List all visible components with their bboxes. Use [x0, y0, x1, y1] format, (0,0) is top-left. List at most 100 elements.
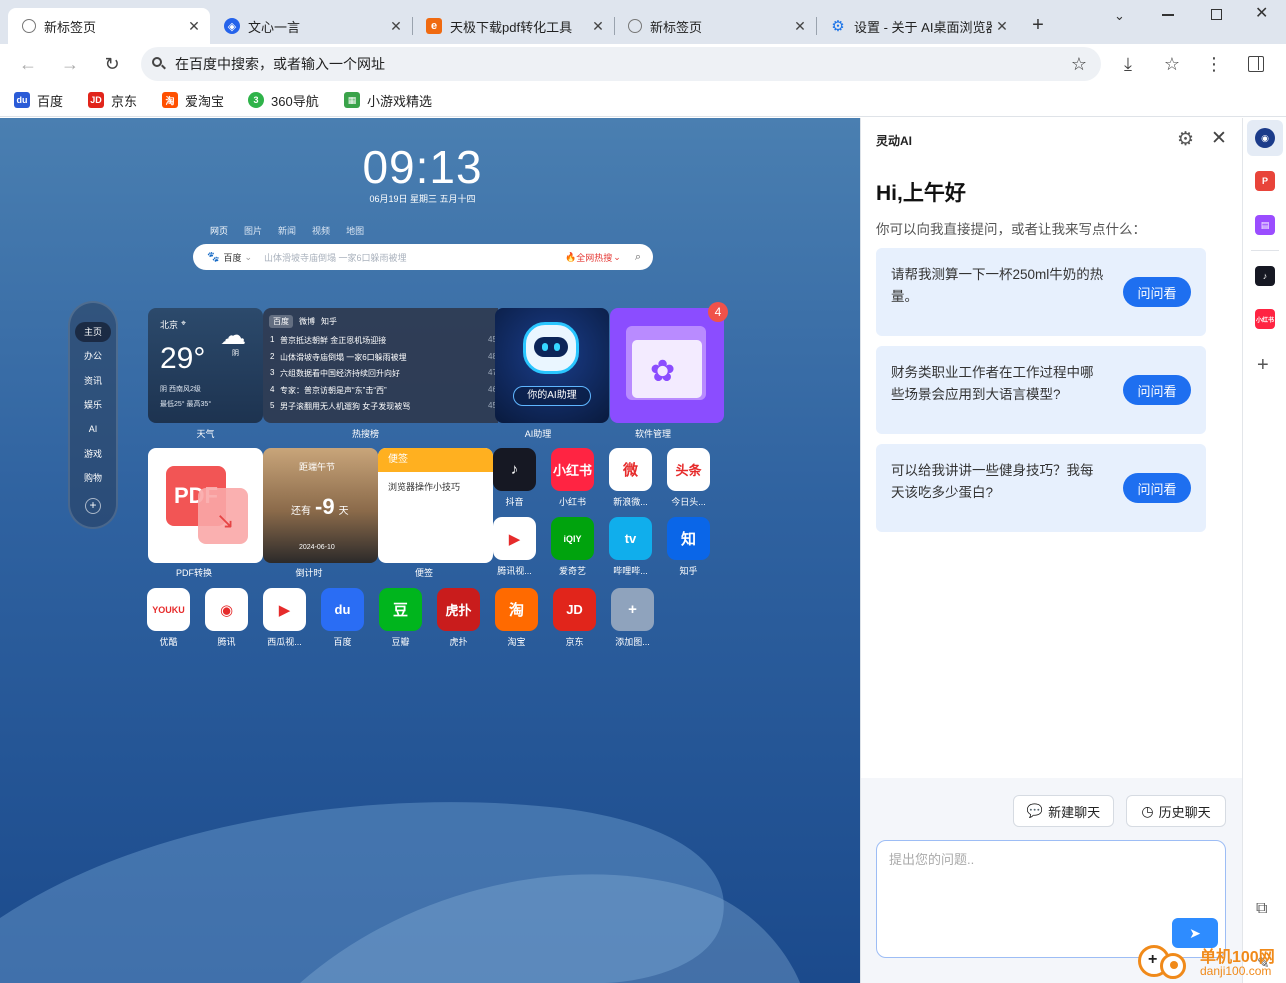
- close-window-icon[interactable]: ✕: [1255, 3, 1268, 23]
- add-category-icon[interactable]: +: [85, 498, 101, 514]
- tab-settings[interactable]: ⚙ 设置 - 关于 AI桌面浏览器 ✕: [816, 8, 1018, 44]
- search-icon[interactable]: ⌕: [635, 251, 641, 264]
- ask-button[interactable]: 问问看: [1123, 375, 1191, 405]
- hot-tab[interactable]: 知乎: [321, 315, 337, 328]
- app-label: 爱奇艺: [558, 566, 586, 576]
- new-tab-plus-icon[interactable]: +: [1026, 14, 1050, 38]
- close-tab-icon[interactable]: ✕: [184, 18, 204, 35]
- nav-shopping[interactable]: 购物: [75, 468, 111, 488]
- app-grid-icon[interactable]: ▤: [1255, 215, 1275, 235]
- hot-tab[interactable]: 微博: [299, 315, 315, 328]
- menu-dots-icon[interactable]: ⋮: [1198, 48, 1230, 80]
- app-shortcut[interactable]: YOUKU 优酷: [147, 588, 190, 648]
- pdf-convert-widget[interactable]: PDF ↘: [148, 448, 263, 563]
- app-shortcut[interactable]: 微新浪微...: [609, 448, 652, 508]
- software-manager-widget[interactable]: ✿: [610, 308, 724, 423]
- close-tab-icon[interactable]: ✕: [992, 18, 1012, 35]
- hot-item[interactable]: 4专家：普京访朝是声“东”击“西”46: [270, 385, 496, 402]
- tab-search-chevron-icon[interactable]: ⌄: [1114, 8, 1125, 24]
- app-shortcut[interactable]: 头条 今日头...: [667, 448, 710, 508]
- reload-icon[interactable]: ↻: [96, 48, 128, 80]
- search-tab[interactable]: 网页: [210, 224, 228, 237]
- tab-new-tab-1[interactable]: 新标签页 ✕: [8, 8, 210, 44]
- nav-entertainment[interactable]: 娱乐: [75, 395, 111, 415]
- search-tab[interactable]: 图片: [244, 224, 262, 237]
- app-shortcut[interactable]: ▶ 西瓜视...: [263, 588, 306, 648]
- app-shortcut[interactable]: JD 京东: [553, 588, 596, 648]
- new-chat-button[interactable]: 💬 新建聊天: [1013, 795, 1114, 827]
- bookmark-baidu[interactable]: du 百度: [14, 90, 63, 110]
- nav-news[interactable]: 资讯: [75, 371, 111, 391]
- suggestion-card-3[interactable]: 可以给我讲讲一些健身技巧？我每天该吃多少蛋白? 问问看: [876, 444, 1206, 532]
- back-arrow-icon[interactable]: ←: [12, 48, 44, 80]
- search-tab[interactable]: 新闻: [278, 224, 296, 237]
- bookmark-taobao[interactable]: 淘 爱淘宝: [162, 90, 224, 110]
- crop-icon[interactable]: ⧉: [1256, 900, 1267, 918]
- hot-item[interactable]: 3六组数据看中国经济持续回升向好47: [270, 368, 496, 385]
- ask-button[interactable]: 问问看: [1123, 277, 1191, 307]
- close-tab-icon[interactable]: ✕: [386, 18, 406, 35]
- app-shortcut[interactable]: ♪ 抖音: [493, 448, 536, 508]
- pdf-tool-icon[interactable]: P: [1255, 171, 1275, 191]
- search-tab[interactable]: 视频: [312, 224, 330, 237]
- tab-wenxin[interactable]: ◈ 文心一言 ✕: [210, 8, 412, 44]
- suggestion-card-1[interactable]: 请帮我测算一下一杯250ml牛奶的热量。 问问看: [876, 248, 1206, 336]
- sidebar-toggle-icon[interactable]: [1240, 48, 1272, 80]
- bookmark-360[interactable]: 3 360导航: [248, 90, 319, 110]
- hot-search-widget[interactable]: 百度 微博 知乎 1 普京抵达朝鲜 金正恩机场迎接 4 5 2 山体滑坡寺庙倒塌 一家6…: [263, 308, 498, 423]
- app-shortcut[interactable]: du 百度: [321, 588, 364, 648]
- nav-games[interactable]: 游戏: [75, 444, 111, 464]
- app-shortcut[interactable]: 知知乎: [667, 517, 710, 577]
- favorites-list-icon[interactable]: ☆: [1156, 48, 1188, 80]
- ai-assistant-widget[interactable]: 你的AI助理: [495, 308, 609, 423]
- hot-search-badge[interactable]: 🔥 全网热搜 ⌄: [565, 251, 621, 264]
- ask-button[interactable]: 问问看: [1123, 473, 1191, 503]
- bookmark-label: 京东: [111, 93, 138, 109]
- add-plus-icon[interactable]: +: [1257, 354, 1269, 377]
- minimize-icon[interactable]: [1162, 14, 1174, 16]
- hot-rank: 1: [270, 335, 275, 344]
- weather-widget[interactable]: 北京 ⌖ ☁ 阴 29° 阴 西南风2级 最低25° 最高35°: [148, 308, 263, 423]
- close-tab-icon[interactable]: ✕: [588, 18, 608, 35]
- app-shortcut[interactable]: ◉ 腾讯: [205, 588, 248, 648]
- app-shortcut[interactable]: 小红书 小红书: [551, 448, 594, 508]
- xiaohongshu-icon[interactable]: 小红书: [1255, 309, 1275, 329]
- forward-arrow-icon[interactable]: →: [54, 48, 86, 80]
- history-chat-button[interactable]: ◷ 历史聊天: [1126, 795, 1226, 827]
- gear-icon[interactable]: ⚙: [1177, 128, 1194, 151]
- ai-robot-icon[interactable]: ◉: [1255, 128, 1275, 148]
- hot-tab[interactable]: 百度: [269, 315, 293, 328]
- app-shortcut[interactable]: 豆豆瓣: [379, 588, 422, 648]
- bookmark-jd[interactable]: JD 京东: [88, 90, 137, 110]
- app-shortcut[interactable]: + 添加图...: [611, 588, 654, 648]
- nav-ai[interactable]: AI: [75, 419, 111, 439]
- close-tab-icon[interactable]: ✕: [790, 18, 810, 35]
- download-icon[interactable]: ⤓: [1112, 48, 1144, 80]
- suggestion-card-2[interactable]: 财务类职业工作者在工作过程中哪些场景会应用到大语言模型? 问问看: [876, 346, 1206, 434]
- tab-new-tab-2[interactable]: 新标签页 ✕: [614, 8, 816, 44]
- bookmark-games[interactable]: ▦ 小游戏精选: [344, 90, 432, 110]
- hot-item[interactable]: 5男子滚翻用无人机遛狗 女子发现被骂45: [270, 401, 496, 418]
- app-shortcut[interactable]: 淘淘宝: [495, 588, 538, 648]
- app-shortcut[interactable]: ▶ 腾讯视...: [493, 517, 536, 577]
- hot-item[interactable]: 1普京抵达朝鲜 金正恩机场迎接45: [270, 335, 496, 352]
- page-search-box[interactable]: 🐾 百度 ⌄ 山体滑坡寺庙倒塌 一家6口躲雨被埋 🔥 全网热搜 ⌄ ⌕: [193, 244, 653, 270]
- bookmark-star-icon[interactable]: ☆: [1071, 54, 1087, 75]
- search-engine-label[interactable]: 百度: [223, 251, 241, 264]
- maximize-icon[interactable]: [1211, 9, 1222, 20]
- app-shortcut[interactable]: iQIY 爱奇艺: [551, 517, 594, 577]
- notes-widget[interactable]: 便签 浏览器操作小技巧: [378, 448, 493, 563]
- close-panel-icon[interactable]: ✕: [1211, 127, 1227, 150]
- nav-home[interactable]: 主页: [75, 322, 111, 342]
- hot-item[interactable]: 2山体滑坡寺庙倒塌 一家6口躲雨被埋48: [270, 352, 496, 369]
- address-bar[interactable]: 在百度中搜索，或者输入一个网址 ☆: [141, 47, 1101, 81]
- tab-tianji[interactable]: e 天极下载pdf转化工具 ✕: [412, 8, 614, 44]
- douyin-icon[interactable]: ♪: [1255, 266, 1275, 286]
- nav-office[interactable]: 办公: [75, 346, 111, 366]
- search-tab[interactable]: 地图: [346, 224, 364, 237]
- app-shortcut[interactable]: 虎扑 虎扑: [437, 588, 480, 648]
- app-shortcut[interactable]: tv 哔哩哔...: [609, 517, 652, 577]
- countdown-widget[interactable]: 距端午节 还有 -9 天 2024-06-10: [263, 448, 378, 563]
- hot-rank: 5: [270, 401, 275, 410]
- question-input[interactable]: 提出您的问题.. ➤: [876, 840, 1226, 958]
